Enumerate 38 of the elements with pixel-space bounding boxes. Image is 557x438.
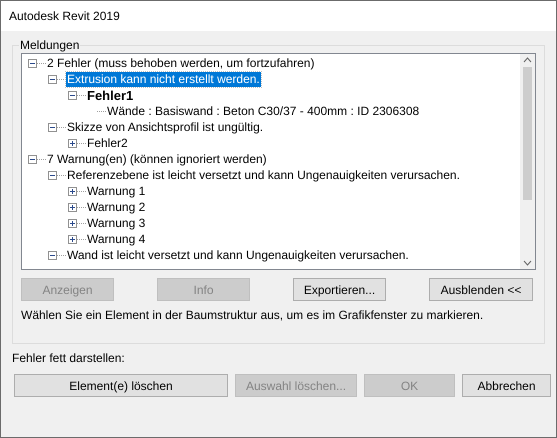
expand-icon[interactable] [68, 186, 77, 196]
tree-item[interactable]: Warnung 1 [86, 184, 146, 198]
tree-item[interactable]: Referenzebene ist leicht versetzt und kann Ungenauigkeiten verursachen. [66, 168, 461, 182]
expand-icon[interactable] [68, 138, 77, 148]
collapse-icon[interactable] [28, 58, 37, 68]
expand-icon[interactable] [68, 202, 77, 212]
scroll-down-icon[interactable] [523, 260, 532, 266]
collapse-icon[interactable] [48, 170, 57, 180]
tree-item[interactable]: 2 Fehler (muss behoben werden, um fortzufahren) [46, 56, 316, 70]
dialog-button[interactable]: Abbrechen [462, 374, 551, 397]
tree-item[interactable]: Warnung 3 [86, 216, 146, 230]
tree-item[interactable]: Warnung 4 [86, 232, 146, 246]
tree-item[interactable]: Warnung 2 [86, 200, 146, 214]
hint-text: Wählen Sie ein Element in der Baumstruktur aus, um es im Grafikfenster zu markieren. [21, 307, 484, 324]
tree-item[interactable]: Fehler2 [86, 136, 129, 150]
tree-item[interactable]: Extrusion kann nicht erstellt werden. [66, 72, 261, 86]
window-title: Autodesk Revit 2019 [9, 8, 120, 25]
scrollbar-thumb[interactable] [523, 67, 532, 200]
dialog-button[interactable]: Element(e) löschen [14, 374, 228, 397]
collapse-icon[interactable] [48, 122, 57, 132]
scroll-up-icon[interactable] [523, 57, 532, 63]
collapse-icon[interactable] [48, 74, 57, 84]
dialog-button[interactable]: Exportieren... [293, 278, 386, 301]
collapse-icon[interactable] [68, 90, 77, 100]
collapse-icon[interactable] [48, 250, 57, 260]
tree-item[interactable]: 7 Warnung(en) (können ignoriert werden) [46, 152, 268, 166]
tree-item[interactable]: Wände : Basiswand : Beton C30/37 - 400mm : ID 2306308 [106, 104, 420, 118]
expand-icon[interactable] [68, 234, 77, 244]
dialog-button[interactable]: Ausblenden << [429, 278, 533, 301]
collapse-icon[interactable] [28, 154, 37, 164]
group-title: Meldungen [19, 37, 80, 53]
bold-errors-label: Fehler fett darstellen: [12, 350, 126, 367]
tree-item[interactable]: Skizze von Ansichtsprofil ist ungültig. [66, 120, 264, 134]
tree-item[interactable]: Wand ist leicht versetzt und kann Ungenauigkeiten verursachen. [66, 248, 410, 262]
expand-icon[interactable] [68, 218, 77, 228]
tree-item[interactable]: Fehler1 [86, 88, 134, 102]
tree-view[interactable] [21, 53, 536, 270]
scrollbar[interactable] [520, 54, 535, 269]
